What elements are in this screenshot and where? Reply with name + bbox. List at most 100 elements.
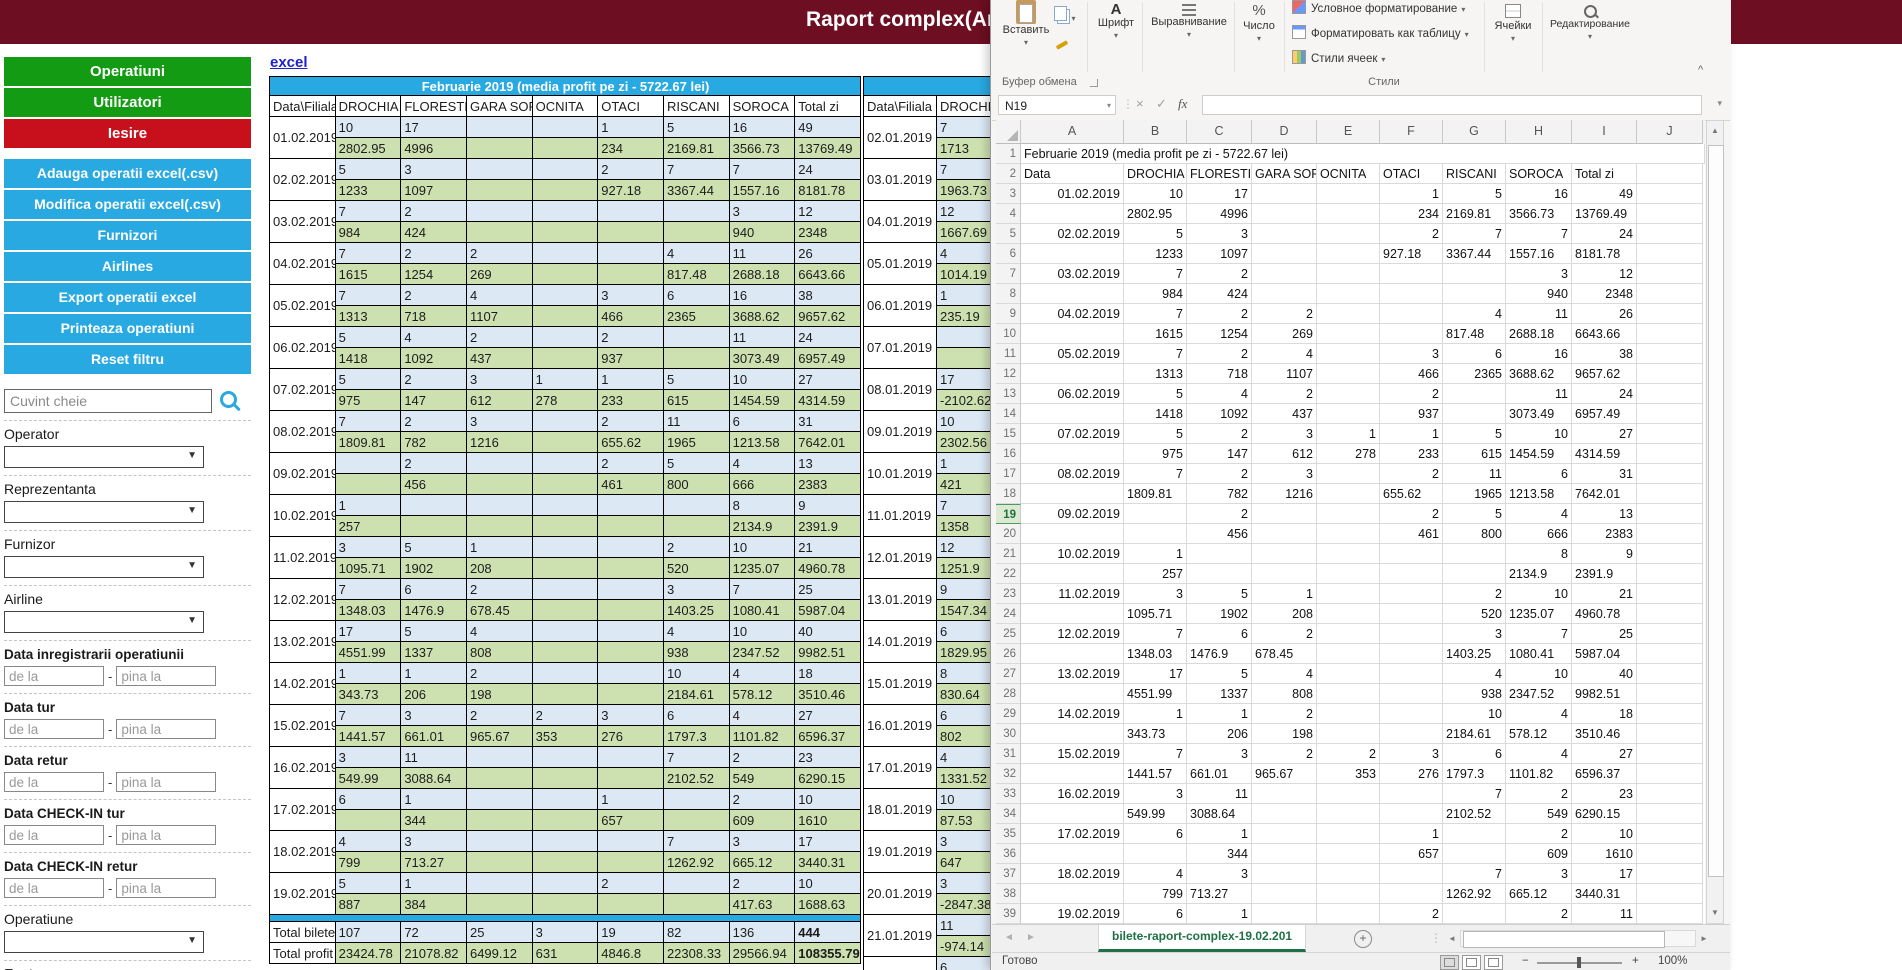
excel-row-header[interactable]: 29 — [996, 704, 1021, 724]
excel-row-header[interactable]: 31 — [996, 744, 1021, 764]
excel-cell[interactable] — [1637, 644, 1703, 664]
excel-cell[interactable]: 6290.15 — [1572, 804, 1637, 824]
excel-cell[interactable]: 7642.01 — [1572, 484, 1637, 504]
sheet-nav-right-icon[interactable]: ► — [1026, 932, 1036, 943]
excel-cell[interactable] — [1637, 904, 1703, 924]
excel-cell[interactable]: Total zi — [1572, 164, 1637, 184]
excel-cell[interactable]: RISCANI — [1443, 164, 1506, 184]
excel-cell[interactable]: 10 — [1506, 424, 1572, 444]
new-sheet-button[interactable]: + — [1354, 930, 1372, 948]
excel-cell[interactable]: 2 — [1252, 624, 1317, 644]
excel-cell[interactable]: 1262.92 — [1443, 884, 1506, 904]
excel-row-header[interactable]: 9 — [996, 304, 1021, 324]
excel-column-header[interactable]: D — [1252, 120, 1317, 144]
airline-select[interactable]: ▼ — [4, 611, 204, 633]
excel-cell[interactable]: 4 — [1443, 664, 1506, 684]
excel-row-header[interactable]: 15 — [996, 424, 1021, 444]
excel-column-header[interactable]: B — [1124, 120, 1187, 144]
page-layout-view-button[interactable] — [1462, 955, 1481, 970]
excel-cell[interactable]: FLORESTI — [1187, 164, 1252, 184]
excel-cell[interactable] — [1317, 244, 1380, 264]
excel-cell[interactable]: 713.27 — [1187, 884, 1252, 904]
excel-cell[interactable] — [1637, 724, 1703, 744]
furnizor-select[interactable]: ▼ — [4, 556, 204, 578]
alignment-group-button[interactable]: Выравнивание ▾ — [1146, 2, 1232, 39]
excel-cell[interactable] — [1317, 664, 1380, 684]
excel-cell[interactable]: 06.02.2019 — [1021, 384, 1124, 404]
excel-cell[interactable]: 11 — [1187, 784, 1252, 804]
date-from-input[interactable] — [4, 666, 104, 686]
excel-cell[interactable] — [1021, 204, 1124, 224]
excel-row-header[interactable]: 26 — [996, 644, 1021, 664]
excel-cell[interactable]: 2169.81 — [1443, 204, 1506, 224]
excel-cell[interactable]: 6 — [1443, 744, 1506, 764]
excel-cell[interactable] — [1317, 904, 1380, 924]
excel-cell[interactable]: 269 — [1252, 324, 1317, 344]
search-input[interactable] — [4, 389, 212, 413]
excel-cell[interactable]: 3510.46 — [1572, 724, 1637, 744]
excel-cell[interactable] — [1252, 244, 1317, 264]
export-operatii-button[interactable]: Export operatii excel — [4, 283, 251, 312]
excel-row-header[interactable]: 5 — [996, 224, 1021, 244]
excel-cell[interactable]: 10 — [1443, 704, 1506, 724]
excel-cell[interactable]: 4 — [1252, 344, 1317, 364]
excel-cell[interactable]: 4960.78 — [1572, 604, 1637, 624]
excel-cell[interactable]: 1 — [1124, 704, 1187, 724]
excel-cell[interactable]: 344 — [1187, 844, 1252, 864]
excel-cell[interactable]: 2 — [1252, 304, 1317, 324]
excel-row-header[interactable]: 16 — [996, 444, 1021, 464]
excel-cell[interactable]: 3 — [1443, 624, 1506, 644]
date-from-input[interactable] — [4, 772, 104, 792]
excel-cell[interactable] — [1021, 604, 1124, 624]
excel-cell[interactable]: 2 — [1506, 784, 1572, 804]
excel-cell[interactable]: 1213.58 — [1506, 484, 1572, 504]
excel-cell[interactable] — [1252, 804, 1317, 824]
excel-cell[interactable]: 16.02.2019 — [1021, 784, 1124, 804]
zoom-in-icon[interactable]: + — [1632, 955, 1639, 967]
excel-cell[interactable] — [1252, 504, 1317, 524]
zoom-level[interactable]: 100% — [1658, 955, 1687, 967]
excel-cell[interactable] — [1317, 404, 1380, 424]
excel-cell[interactable]: Data — [1021, 164, 1124, 184]
excel-cell[interactable] — [1317, 464, 1380, 484]
excel-cell[interactable]: 4 — [1506, 704, 1572, 724]
excel-cell[interactable]: 278 — [1317, 444, 1380, 464]
excel-cell[interactable]: 1080.41 — [1506, 644, 1572, 664]
excel-cell[interactable] — [1021, 644, 1124, 664]
excel-cell[interactable]: 1 — [1380, 824, 1443, 844]
excel-cell[interactable]: 782 — [1187, 484, 1252, 504]
excel-cell[interactable]: 7 — [1124, 264, 1187, 284]
excel-cell[interactable]: 1 — [1380, 184, 1443, 204]
excel-cell[interactable]: 2347.52 — [1506, 684, 1572, 704]
excel-cell[interactable] — [1317, 504, 1380, 524]
excel-cell[interactable]: 7 — [1124, 464, 1187, 484]
excel-cell[interactable] — [1317, 724, 1380, 744]
excel-cell[interactable]: 1092 — [1187, 404, 1252, 424]
excel-cell[interactable]: 2348 — [1572, 284, 1637, 304]
collapse-ribbon-icon[interactable]: ^ — [1698, 64, 1703, 76]
excel-row-header[interactable]: 32 — [996, 764, 1021, 784]
excel-cell[interactable]: 11 — [1506, 384, 1572, 404]
excel-cell[interactable]: 6643.66 — [1572, 324, 1637, 344]
excel-row-header[interactable]: 2 — [996, 164, 1021, 184]
excel-row-header[interactable]: 23 — [996, 584, 1021, 604]
excel-column-header[interactable]: J — [1637, 120, 1703, 144]
excel-cell[interactable]: 657 — [1380, 844, 1443, 864]
excel-cell[interactable]: 2383 — [1572, 524, 1637, 544]
excel-row-header[interactable]: 4 — [996, 204, 1021, 224]
excel-row-header[interactable]: 34 — [996, 804, 1021, 824]
excel-cell[interactable] — [1443, 544, 1506, 564]
scroll-up-icon[interactable]: ▲ — [1707, 121, 1723, 141]
excel-cell[interactable] — [1124, 844, 1187, 864]
furnizori-button[interactable]: Furnizori — [4, 221, 251, 250]
excel-cell[interactable] — [1637, 824, 1703, 844]
excel-cell[interactable] — [1380, 624, 1443, 644]
excel-cell[interactable] — [1380, 884, 1443, 904]
excel-cell[interactable] — [1252, 184, 1317, 204]
excel-cell[interactable]: 21 — [1572, 584, 1637, 604]
excel-cell[interactable]: 24 — [1572, 224, 1637, 244]
excel-cell[interactable]: 3 — [1124, 784, 1187, 804]
excel-cell[interactable]: 208 — [1252, 604, 1317, 624]
normal-view-button[interactable] — [1440, 955, 1459, 970]
excel-cell[interactable]: 3 — [1124, 584, 1187, 604]
